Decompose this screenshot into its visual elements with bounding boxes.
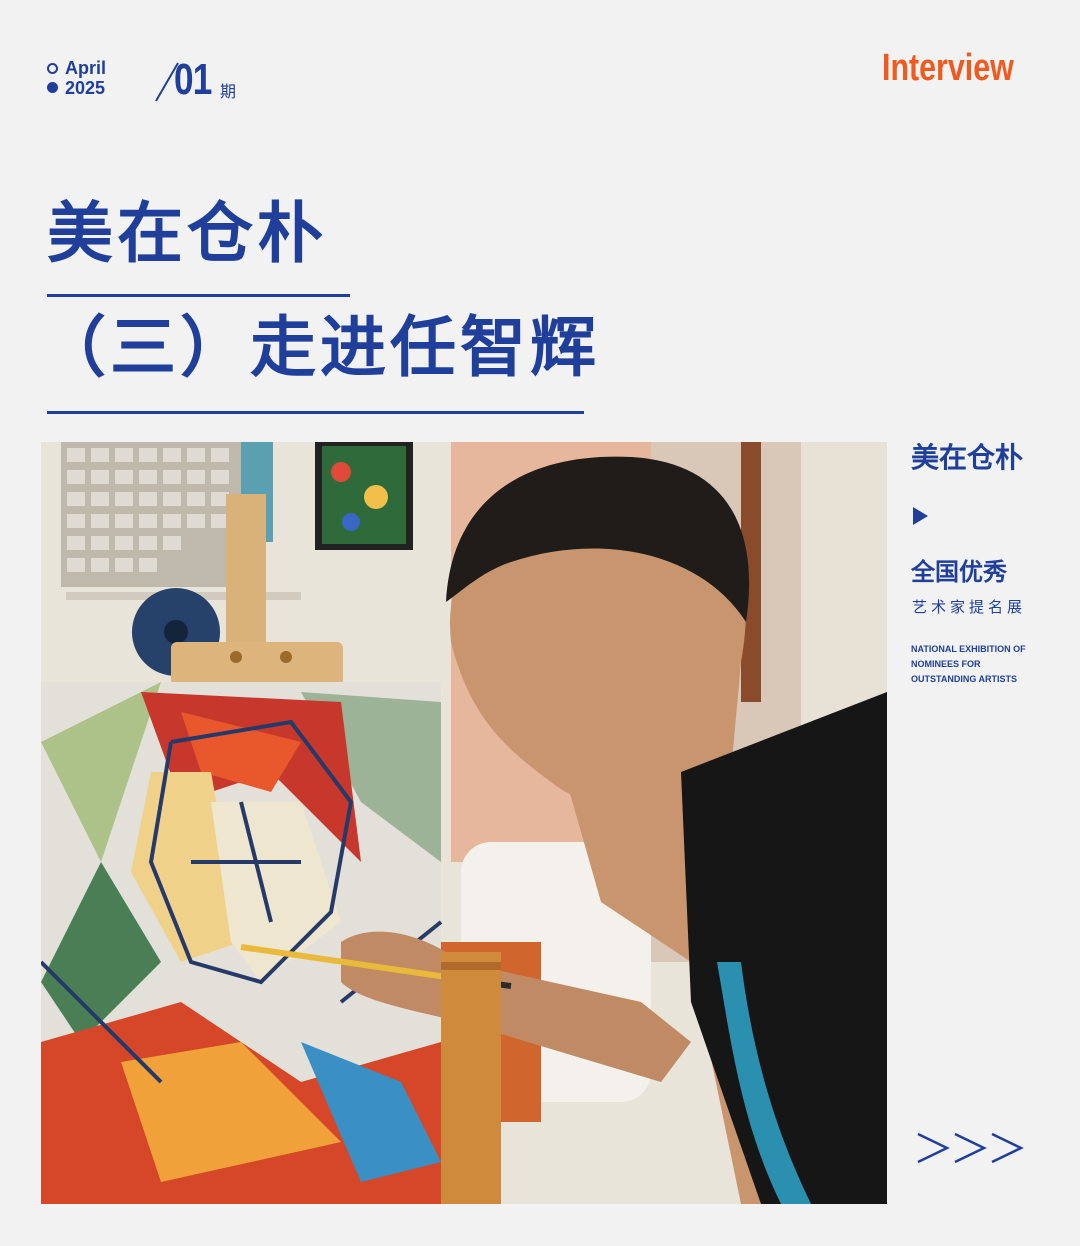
solid-dot-icon xyxy=(47,82,58,93)
sidebar-subtitle: 全国优秀 xyxy=(911,558,1007,586)
artist-painting-photo xyxy=(41,442,887,1204)
date-year: 2025 xyxy=(65,78,106,98)
date-month: April xyxy=(65,58,107,78)
issue-unit: 期 xyxy=(220,82,237,101)
photo-illustration xyxy=(41,442,887,1204)
hollow-dot-icon xyxy=(47,63,58,74)
play-arrow-icon xyxy=(913,507,928,525)
subtitle-underline xyxy=(47,411,584,414)
main-title: 美在仓朴 xyxy=(47,195,327,272)
sidebar-title: 美在仓朴 xyxy=(911,441,1024,474)
brand-logo: Interview xyxy=(882,44,1038,92)
brand-wordmark: Interview xyxy=(882,47,1014,89)
triple-chevron-icon xyxy=(917,1132,1024,1164)
date-block: April 2025 xyxy=(47,58,127,98)
issue-number: 01 xyxy=(174,55,212,104)
sidebar-english-caption: NATIONAL EXHIBITION OF NOMINEES FOR OUTS… xyxy=(911,644,1026,684)
sub-title: （三）走进任智辉 xyxy=(40,309,600,386)
sidebar-subtitle-2: 艺术家提名展 xyxy=(912,598,1027,616)
title-underline xyxy=(47,294,350,297)
